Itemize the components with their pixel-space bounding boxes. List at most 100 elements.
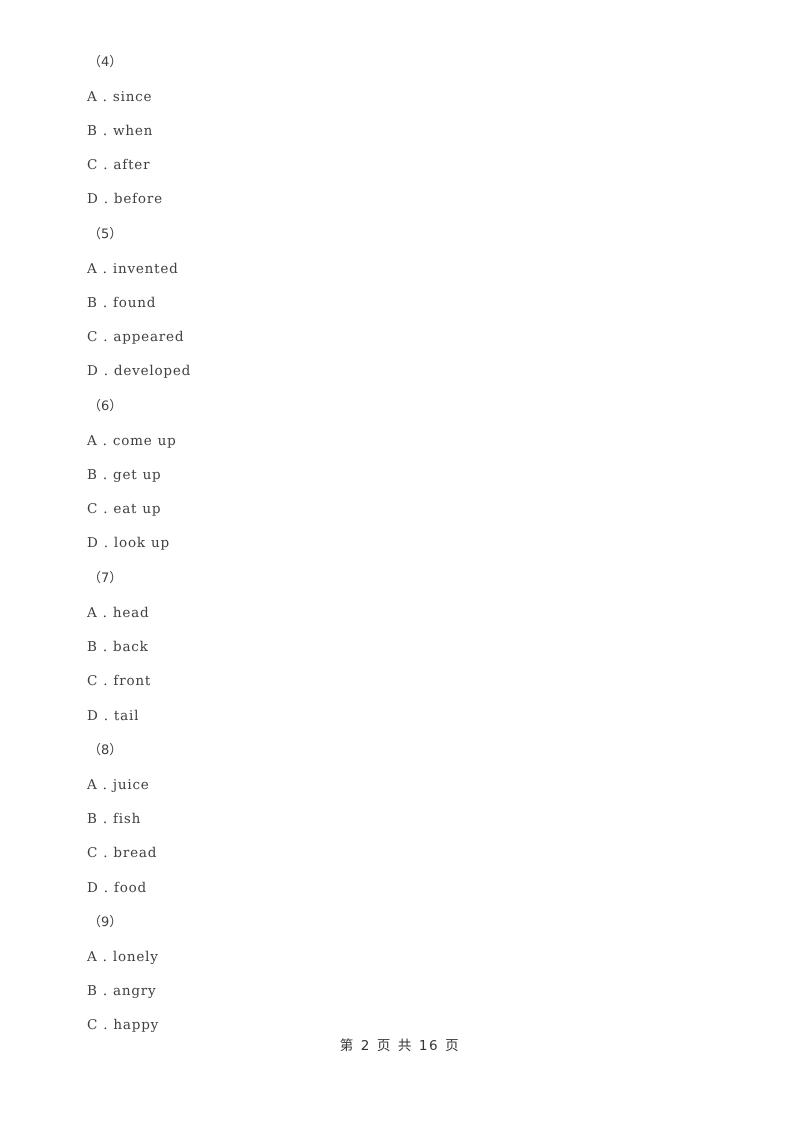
option-letter: A xyxy=(87,261,98,277)
option-letter: D xyxy=(87,535,99,551)
option-text: get up xyxy=(113,467,162,483)
option-text: juice xyxy=(112,777,150,793)
option-separator: . xyxy=(97,467,114,483)
option-text: developed xyxy=(113,363,192,379)
option-row[interactable]: A . since xyxy=(87,89,152,105)
option-text: front xyxy=(113,673,152,689)
document-page: （4） A . since B . when C . after D . bef… xyxy=(0,0,800,1132)
option-separator: . xyxy=(97,261,113,277)
option-row[interactable]: A . juice xyxy=(87,777,150,793)
option-letter: C xyxy=(87,845,99,861)
option-separator: . xyxy=(97,811,114,827)
option-separator: . xyxy=(97,123,114,139)
option-letter: A xyxy=(87,949,98,965)
option-letter: B xyxy=(87,811,98,827)
option-separator: . xyxy=(97,605,113,621)
option-letter: D xyxy=(87,363,99,379)
option-row[interactable]: B . fish xyxy=(87,811,141,827)
option-separator: . xyxy=(98,673,114,689)
question-number: （4） xyxy=(88,55,123,70)
option-separator: . xyxy=(98,845,114,861)
option-row[interactable]: C . after xyxy=(87,157,150,173)
option-row[interactable]: B . back xyxy=(87,639,149,655)
option-text: look up xyxy=(113,535,170,551)
option-separator: . xyxy=(97,949,113,965)
option-text: when xyxy=(113,123,154,139)
option-row[interactable]: A . come up xyxy=(87,433,177,449)
question-number: （6） xyxy=(88,399,123,414)
option-letter: B xyxy=(87,983,98,999)
option-letter: A xyxy=(87,433,98,449)
option-separator: . xyxy=(98,880,114,896)
page-content: （4） A . since B . when C . after D . bef… xyxy=(0,0,800,1132)
page-footer: 第 2 页 共 16 页 xyxy=(339,1038,461,1054)
option-separator: . xyxy=(97,295,114,311)
question-number: （7） xyxy=(88,571,123,586)
question-number: （9） xyxy=(88,915,123,930)
option-letter: D xyxy=(87,191,99,207)
option-row[interactable]: D . before xyxy=(87,191,163,207)
option-letter: A xyxy=(87,89,98,105)
option-row[interactable]: A . invented xyxy=(87,261,179,277)
option-text: tail xyxy=(113,708,140,724)
option-letter: C xyxy=(87,329,99,345)
option-row[interactable]: D . tail xyxy=(87,708,139,724)
option-separator: . xyxy=(98,157,114,173)
option-separator: . xyxy=(97,983,114,999)
option-row[interactable]: C . bread xyxy=(87,845,157,861)
option-text: after xyxy=(113,157,151,173)
option-text: food xyxy=(113,880,147,896)
option-text: before xyxy=(113,191,163,207)
option-separator: . xyxy=(97,639,114,655)
option-letter: A xyxy=(87,605,98,621)
option-separator: . xyxy=(98,501,114,517)
option-row[interactable]: B . angry xyxy=(87,983,156,999)
option-text: come up xyxy=(112,433,177,449)
option-text: happy xyxy=(113,1017,160,1033)
option-row[interactable]: C . front xyxy=(87,673,151,689)
option-text: found xyxy=(113,295,157,311)
option-separator: . xyxy=(98,363,114,379)
option-row[interactable]: B . get up xyxy=(87,467,162,483)
option-row[interactable]: D . developed xyxy=(87,363,191,379)
option-letter: B xyxy=(87,467,98,483)
option-row[interactable]: C . eat up xyxy=(87,501,161,517)
option-letter: D xyxy=(87,880,99,896)
option-letter: B xyxy=(87,123,98,139)
option-separator: . xyxy=(98,191,114,207)
question-number: （8） xyxy=(88,743,123,758)
option-separator: . xyxy=(98,1017,114,1033)
question-number: （5） xyxy=(88,227,123,242)
option-letter: C xyxy=(87,673,99,689)
option-letter: B xyxy=(87,295,98,311)
option-text: fish xyxy=(113,811,142,827)
option-row[interactable]: C . appeared xyxy=(87,329,184,345)
option-separator: . xyxy=(98,535,114,551)
option-separator: . xyxy=(98,708,114,724)
option-row[interactable]: A . lonely xyxy=(87,949,159,965)
option-text: invented xyxy=(112,261,179,277)
option-row[interactable]: B . when xyxy=(87,123,153,139)
option-row[interactable]: D . food xyxy=(87,880,147,896)
option-separator: . xyxy=(97,777,113,793)
option-text: angry xyxy=(113,983,157,999)
option-separator: . xyxy=(97,433,113,449)
option-text: eat up xyxy=(113,501,162,517)
option-row[interactable]: B . found xyxy=(87,295,156,311)
option-text: head xyxy=(112,605,150,621)
option-letter: B xyxy=(87,639,98,655)
option-row[interactable]: C . happy xyxy=(87,1017,159,1033)
option-separator: . xyxy=(97,89,113,105)
option-letter: C xyxy=(87,157,99,173)
option-text: back xyxy=(113,639,149,655)
option-row[interactable]: A . head xyxy=(87,605,149,621)
option-separator: . xyxy=(98,329,114,345)
option-letter: D xyxy=(87,708,99,724)
option-letter: A xyxy=(87,777,98,793)
option-text: lonely xyxy=(112,949,159,965)
option-text: appeared xyxy=(113,329,185,345)
option-letter: C xyxy=(87,1017,99,1033)
option-text: since xyxy=(112,89,153,105)
option-text: bread xyxy=(113,845,158,861)
option-row[interactable]: D . look up xyxy=(87,535,170,551)
